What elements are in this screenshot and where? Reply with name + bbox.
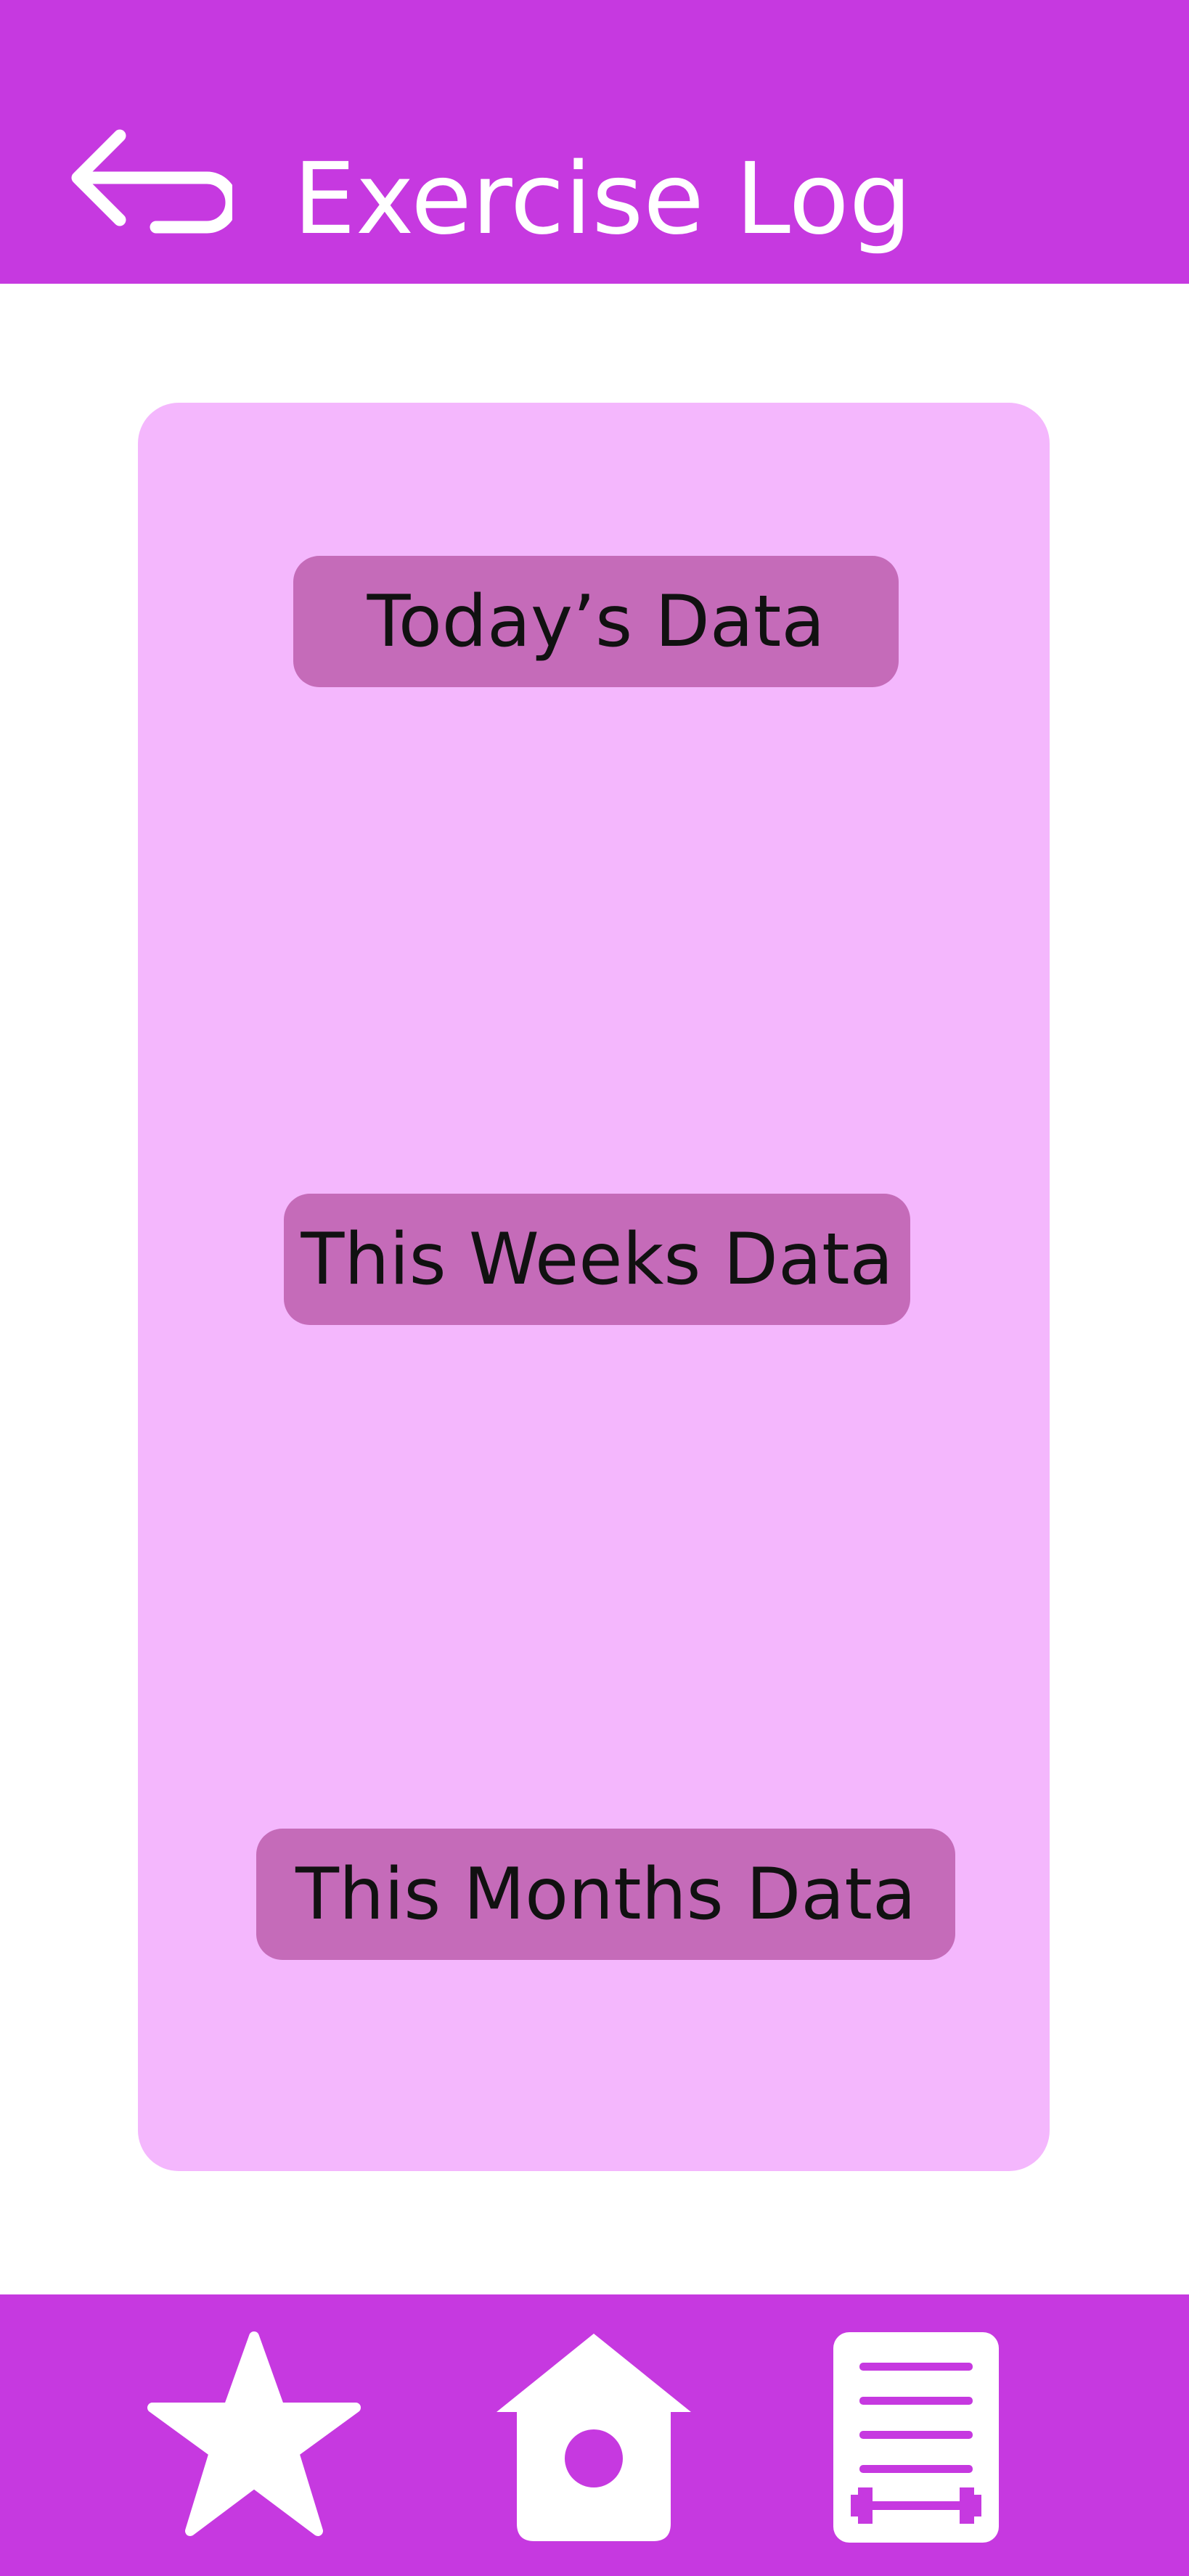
this-months-data-button[interactable]: This Months Data xyxy=(256,1829,955,1960)
todays-data-button[interactable]: Today’s Data xyxy=(293,556,899,687)
app-header: Exercise Log xyxy=(0,0,1189,284)
page-title: Exercise Log xyxy=(293,142,912,257)
workout-log-icon[interactable] xyxy=(833,2332,999,2543)
back-arrow-icon[interactable] xyxy=(69,127,232,236)
this-weeks-data-button[interactable]: This Weeks Data xyxy=(284,1194,910,1325)
home-icon[interactable] xyxy=(494,2329,694,2544)
star-icon[interactable] xyxy=(145,2329,363,2540)
